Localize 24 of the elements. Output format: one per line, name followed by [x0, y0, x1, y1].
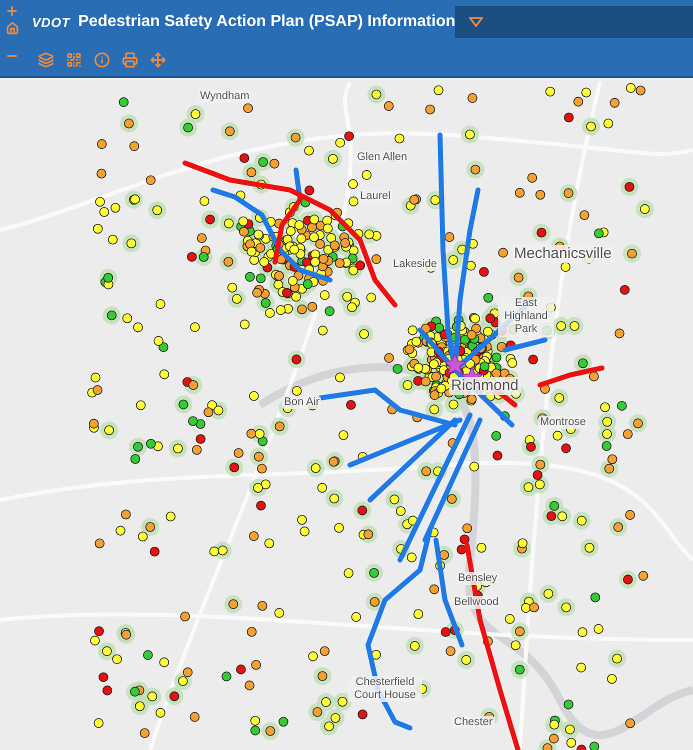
app-title: Pedestrian Safety Action Plan (PSAP) Information: [78, 13, 456, 31]
print-icon[interactable]: [122, 52, 138, 68]
place-label: Chesterfield Court House: [348, 676, 422, 702]
layers-icon[interactable]: [38, 52, 54, 68]
place-label: Lakeside: [391, 258, 440, 272]
caret-icon: [469, 17, 484, 27]
logo: VDOT: [32, 14, 70, 30]
info-icon[interactable]: [94, 52, 110, 68]
move-icon[interactable]: [150, 52, 166, 68]
home-icon[interactable]: [6, 22, 18, 35]
map-drawing[interactable]: [0, 78, 693, 750]
place-label: Bon Air: [282, 396, 322, 410]
place-label: Wyndham: [198, 90, 252, 104]
zoom-in-icon[interactable]: [5, 4, 19, 18]
place-label: East Highland Park: [498, 297, 554, 337]
place-label: Glen Allen: [355, 151, 410, 164]
qr-code-icon[interactable]: [66, 52, 82, 68]
place-label: Laurel: [358, 190, 393, 204]
place-label: Bellwood: [452, 596, 501, 610]
place-label: Mechanicsville: [512, 245, 614, 263]
place-label: Chester: [452, 716, 495, 730]
place-label: Richmond: [449, 377, 521, 395]
place-label: Bensley: [456, 572, 500, 586]
place-label: Montrose: [538, 416, 588, 430]
